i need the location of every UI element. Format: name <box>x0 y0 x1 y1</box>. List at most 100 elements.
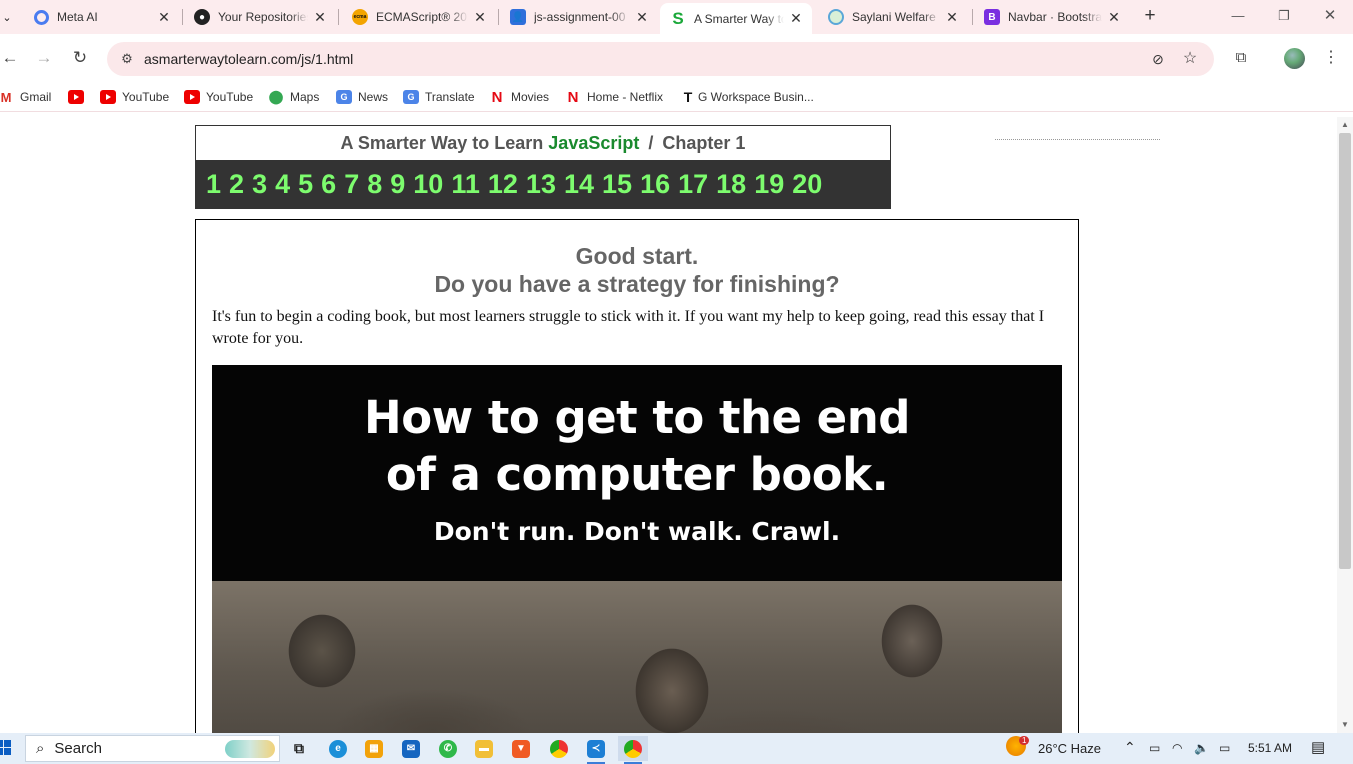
chapter-link-1[interactable]: 1 <box>206 169 221 200</box>
chapter-link-17[interactable]: 17 <box>678 169 708 200</box>
bookmark-g-workspace[interactable]: T G Workspace Busin... <box>680 87 814 107</box>
close-icon[interactable]: ✕ <box>788 10 804 27</box>
back-icon[interactable]: ← <box>0 46 22 70</box>
chapter-link-2[interactable]: 2 <box>229 169 244 200</box>
contacts-icon: 👤 <box>510 9 526 25</box>
whatsapp-icon[interactable]: ✆ <box>433 736 463 761</box>
chapter-link-16[interactable]: 16 <box>640 169 670 200</box>
tab-search-chevron-icon[interactable]: ⌄ <box>0 5 14 29</box>
chapter-link-15[interactable]: 15 <box>602 169 632 200</box>
tab-navbar-bootstrap[interactable]: B Navbar · Bootstrap ✕ <box>974 3 1130 31</box>
chapter-link-20[interactable]: 20 <box>792 169 822 200</box>
close-icon[interactable]: ✕ <box>472 9 488 26</box>
close-icon[interactable]: ✕ <box>312 9 328 26</box>
chapter-link-12[interactable]: 12 <box>488 169 518 200</box>
chevron-up-icon[interactable]: ⌃ <box>1124 739 1136 756</box>
tab-a-smarter-way[interactable]: S A Smarter Way to Learn ✕ <box>660 3 812 34</box>
tab-title: js-assignment-00 <box>534 10 626 24</box>
site-info-icon[interactable]: ⚙ <box>117 49 137 69</box>
profile-avatar[interactable] <box>1284 48 1305 69</box>
notifications-icon[interactable]: ▤ <box>1311 738 1325 756</box>
tab-title: Your Repositories <box>218 10 308 24</box>
scroll-down-arrow-icon[interactable]: ▼ <box>1341 720 1349 729</box>
close-window-icon[interactable]: ✕ <box>1318 6 1342 26</box>
brave-icon[interactable]: ▼ <box>506 736 536 761</box>
tab-saylani-welfare[interactable]: Saylani Welfare ✕ <box>818 3 968 31</box>
chapter-link-13[interactable]: 13 <box>526 169 556 200</box>
page-viewport: A Smarter Way to Learn JavaScript / Chap… <box>0 117 1337 733</box>
chapter-link-3[interactable]: 3 <box>252 169 267 200</box>
close-icon[interactable]: ✕ <box>944 9 960 26</box>
chapter-link-14[interactable]: 14 <box>564 169 594 200</box>
ecma-icon: ecma <box>352 9 368 25</box>
task-view-icon[interactable]: ⧉ <box>284 736 314 761</box>
microsoft-store-icon[interactable]: ▦ <box>359 736 389 761</box>
bookmark-youtube-2[interactable]: YouTube <box>184 87 253 107</box>
book-title-brand[interactable]: JavaScript <box>548 133 639 153</box>
chapter-link-7[interactable]: 7 <box>344 169 359 200</box>
address-url[interactable]: asmarterwaytolearn.com/js/1.html <box>144 51 353 67</box>
chapter-link-9[interactable]: 9 <box>390 169 405 200</box>
chapter-link-5[interactable]: 5 <box>298 169 313 200</box>
chapter-link-6[interactable]: 6 <box>321 169 336 200</box>
menu-kebab-icon[interactable]: ⋮ <box>1319 46 1343 70</box>
tab-meta-ai[interactable]: Meta AI ✕ <box>24 3 180 31</box>
reload-icon[interactable]: ↻ <box>68 46 92 70</box>
bookmark-movies[interactable]: N Movies <box>489 87 549 107</box>
vscode-icon[interactable]: ≺ <box>581 736 611 764</box>
camera-off-icon[interactable]: ⊘ <box>1148 49 1168 69</box>
bookmark-label: YouTube <box>122 90 170 104</box>
bookmark-youtube[interactable]: YouTube <box>100 87 169 107</box>
promo-paragraph: It's fun to begin a coding book, but mos… <box>212 308 1045 347</box>
banner-subtitle: Don't run. Don't walk. Crawl. <box>433 517 841 546</box>
bookmark-home-netflix[interactable]: N Home - Netflix <box>565 87 663 107</box>
bookmark-translate[interactable]: G Translate <box>403 87 475 107</box>
wifi-icon[interactable]: ◠ <box>1172 741 1182 755</box>
meet-now-icon[interactable]: ▭ <box>1149 741 1160 755</box>
weather-badge: 1 <box>1019 736 1030 745</box>
bookmark-label: YouTube <box>206 90 254 104</box>
address-bar[interactable]: ⚙ asmarterwaytolearn.com/js/1.html ⊘ ☆ <box>107 42 1214 76</box>
close-icon[interactable]: ✕ <box>156 9 172 26</box>
chapter-link-18[interactable]: 18 <box>716 169 746 200</box>
tab-ecmascript[interactable]: ecma ECMAScript® 2024 ✕ <box>342 3 496 31</box>
tab-your-repositories[interactable]: ● Your Repositories ✕ <box>184 3 336 31</box>
scroll-thumb[interactable] <box>1339 133 1351 569</box>
close-icon[interactable]: ✕ <box>634 9 650 26</box>
battery-icon[interactable]: ▭ <box>1219 741 1230 755</box>
bookmark-youtube-icon-only[interactable] <box>68 87 90 107</box>
edge-icon[interactable]: e <box>323 736 353 761</box>
tab-js-assignment[interactable]: 👤 js-assignment-00 ✕ <box>500 3 658 31</box>
bookmark-news[interactable]: G News <box>336 87 388 107</box>
extensions-icon[interactable]: ⧉ <box>1229 46 1253 70</box>
file-explorer-icon[interactable]: ▬ <box>469 736 499 761</box>
scroll-up-arrow-icon[interactable]: ▲ <box>1341 120 1349 129</box>
chrome-icon[interactable] <box>544 736 574 761</box>
minimize-icon[interactable]: — <box>1226 6 1250 26</box>
chapter-link-19[interactable]: 19 <box>754 169 784 200</box>
bookmark-maps[interactable]: ⬤ Maps <box>268 87 320 107</box>
chrome-active-icon[interactable] <box>618 736 648 764</box>
clock-time[interactable]: 5:51 AM <box>1248 741 1292 755</box>
chapter-link-4[interactable]: 4 <box>275 169 290 200</box>
weather-icon[interactable]: 1 <box>1006 736 1030 759</box>
tab-separator <box>338 9 339 25</box>
bookmark-star-icon[interactable]: ☆ <box>1180 49 1200 69</box>
volume-icon[interactable]: 🔈 <box>1194 741 1209 755</box>
title-separator: / <box>648 133 654 153</box>
page-scrollbar[interactable]: ▲ ▼ <box>1337 117 1353 733</box>
new-tab-button[interactable]: + <box>1139 5 1161 27</box>
chapter-link-11[interactable]: 11 <box>451 169 480 200</box>
close-icon[interactable]: ✕ <box>1106 9 1122 26</box>
content-box: Good start. Do you have a strategy for f… <box>195 219 1079 733</box>
chapter-number-nav: 1 2 3 4 5 6 7 8 9 10 11 12 13 14 15 16 17 18 19 20 <box>196 160 890 208</box>
forward-icon[interactable]: → <box>32 46 56 70</box>
restore-icon[interactable]: ❐ <box>1272 6 1296 26</box>
chapter-link-10[interactable]: 10 <box>413 169 443 200</box>
chapter-link-8[interactable]: 8 <box>367 169 382 200</box>
mail-icon[interactable]: ✉ <box>396 736 426 761</box>
windows-start-icon[interactable] <box>0 740 16 756</box>
bookmark-gmail[interactable]: M Gmail <box>0 87 52 107</box>
weather-text[interactable]: 26°C Haze <box>1038 741 1101 756</box>
essay-banner-link[interactable]: How to get to the end of a computer book… <box>212 365 1062 733</box>
